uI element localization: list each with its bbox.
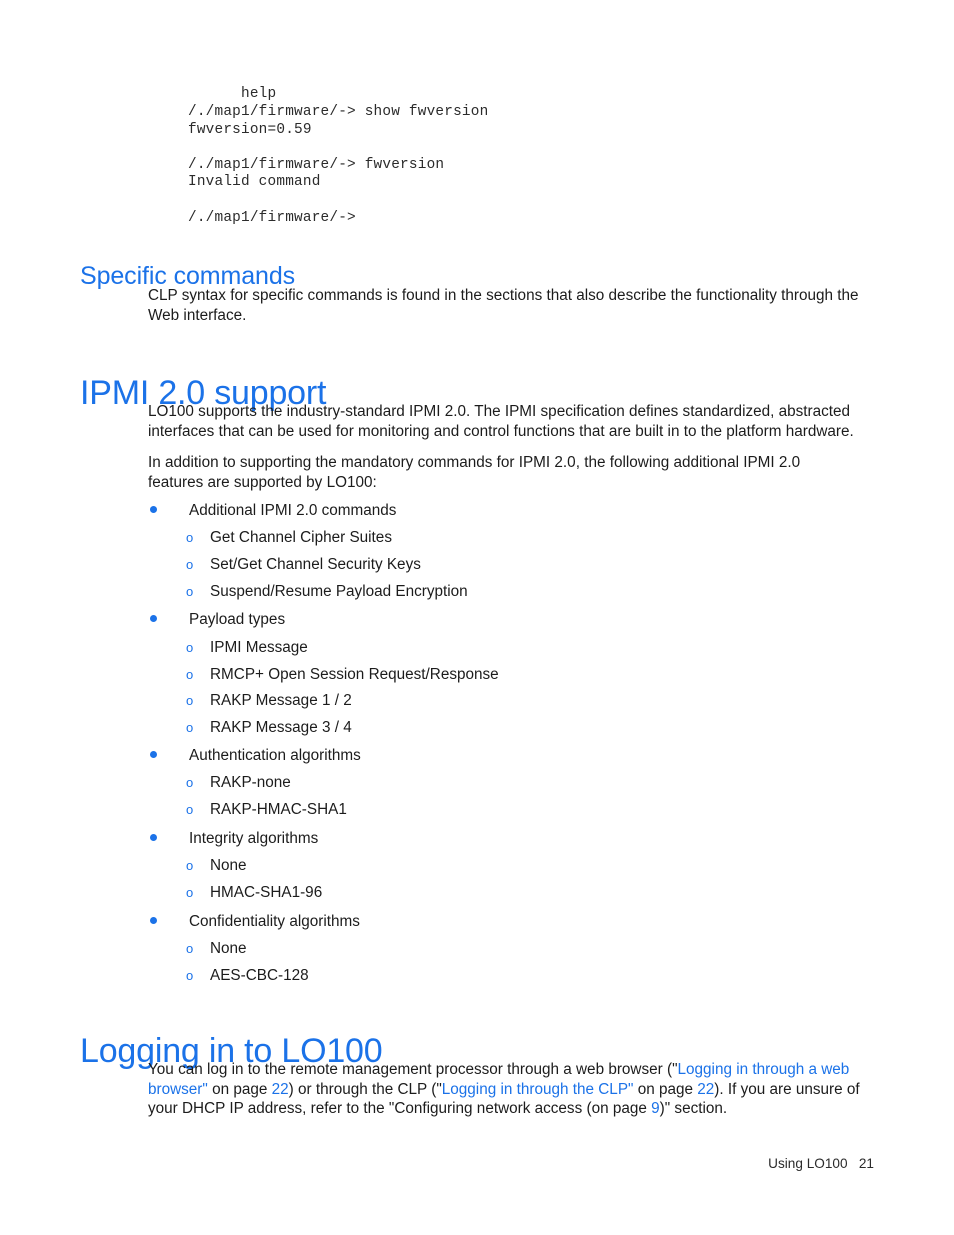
list-item: Payload types — [150, 609, 285, 631]
link-page-22-clp[interactable]: 22 — [697, 1081, 714, 1098]
paragraph-line: You can log in to the remote management … — [148, 1060, 876, 1080]
list-item-label: AES-CBC-128 — [210, 967, 309, 984]
paragraph-text: on page — [633, 1080, 698, 1098]
list-item: o RMCP+ Open Session Request/Response — [186, 664, 499, 686]
paragraph-line: In addition to supporting the mandatory … — [148, 454, 801, 471]
link-logging-in-web-browser[interactable]: Logging in through a web — [678, 1061, 850, 1078]
list-item-label: Authentication algorithms — [189, 747, 361, 764]
list-item: o RAKP-HMAC-SHA1 — [186, 799, 347, 821]
code-line: help — [188, 86, 277, 103]
paragraph-line: interfaces that can be used for monitori… — [148, 422, 854, 440]
bullet-dot-icon — [150, 834, 157, 841]
paragraph-line: features are supported by LO100: — [148, 473, 377, 491]
list-item: o Get Channel Cipher Suites — [186, 527, 392, 549]
list-item: Additional IPMI 2.0 commands — [150, 500, 396, 522]
sub-bullet-circle-icon: o — [186, 720, 194, 735]
paragraph-text: You can log in to the remote management … — [148, 1061, 678, 1078]
paragraph-line: LO100 supports the industry-standard IPM… — [148, 403, 851, 420]
list-item: Confidentiality algorithms — [150, 911, 360, 933]
code-line: /./map1/firmware/-> show fwversion — [188, 103, 489, 120]
list-item-label: Confidentiality algorithms — [189, 913, 360, 930]
list-item-label: Set/Get Channel Security Keys — [210, 556, 421, 573]
sub-bullet-circle-icon: o — [186, 941, 194, 956]
code-line: /./map1/firmware/-> fwversion — [188, 156, 445, 173]
sub-bullet-circle-icon: o — [186, 968, 194, 983]
document-page: help/./map1/firmware/-> show fwversion fw… — [0, 0, 954, 1235]
page-footer: Using LO100 21 — [0, 1156, 874, 1171]
list-item-label: RAKP Message 1 / 2 — [210, 692, 352, 709]
bullet-dot-icon — [150, 615, 157, 622]
list-item: o AES-CBC-128 — [186, 965, 309, 987]
paragraph-text: ) or through the CLP (" — [288, 1080, 442, 1098]
bullet-dot-icon — [150, 751, 157, 758]
list-item: o RAKP Message 1 / 2 — [186, 690, 352, 712]
paragraph-ipmi-intro: LO100 supports the industry-standard IPM… — [148, 402, 876, 441]
paragraph-text: on page — [207, 1080, 272, 1098]
list-item: o IPMI Message — [186, 637, 308, 659]
paragraph-text: )" section. — [659, 1100, 728, 1118]
paragraph-text: your DHCP IP address, refer to the "Conf… — [148, 1100, 652, 1118]
list-item: Authentication algorithms — [150, 745, 361, 767]
sub-bullet-circle-icon: o — [186, 802, 194, 817]
paragraph-specific-commands: CLP syntax for specific commands is foun… — [148, 286, 876, 325]
code-line: /./map1/firmware/-> — [188, 209, 356, 226]
paragraph-line: CLP syntax for specific commands is foun… — [148, 287, 859, 304]
paragraph-line: Web interface. — [148, 306, 247, 324]
list-item-label: RAKP Message 3 / 4 — [210, 719, 352, 736]
list-item-label: Payload types — [189, 611, 286, 628]
list-item: o Suspend/Resume Payload Encryption — [186, 581, 468, 603]
sub-bullet-circle-icon: o — [186, 858, 194, 873]
list-item: o None — [186, 855, 247, 877]
sub-bullet-circle-icon: o — [186, 693, 194, 708]
list-item-label: Suspend/Resume Payload Encryption — [210, 583, 468, 600]
list-item-label: HMAC-SHA1-96 — [210, 884, 323, 901]
paragraph-line: your DHCP IP address, refer to the "Conf… — [148, 1099, 876, 1119]
list-item-label: None — [210, 857, 247, 874]
paragraph-ipmi-features-intro: In addition to supporting the mandatory … — [148, 453, 876, 492]
list-item: Integrity algorithms — [150, 828, 318, 850]
code-line: fwversion=0.59 — [188, 121, 312, 138]
sub-bullet-circle-icon: o — [186, 775, 194, 790]
paragraph-logging-in: You can log in to the remote management … — [148, 1060, 876, 1119]
bullet-dot-icon — [150, 506, 157, 513]
link-logging-in-web-browser-cont[interactable]: browser" — [148, 1081, 208, 1098]
list-item-label: Integrity algorithms — [189, 830, 319, 847]
link-logging-in-clp[interactable]: Logging in through the CLP" — [442, 1081, 634, 1098]
cli-code-block: help/./map1/firmware/-> show fwversion fw… — [188, 86, 488, 227]
sub-bullet-circle-icon: o — [186, 640, 194, 655]
list-item-label: IPMI Message — [210, 639, 308, 656]
list-item: o RAKP Message 3 / 4 — [186, 717, 352, 739]
sub-bullet-circle-icon: o — [186, 557, 194, 572]
sub-bullet-circle-icon: o — [186, 667, 194, 682]
list-item-label: Additional IPMI 2.0 commands — [189, 502, 397, 519]
footer-page-number: 21 — [858, 1156, 874, 1171]
bullet-dot-icon — [150, 917, 157, 924]
sub-bullet-circle-icon: o — [186, 584, 194, 599]
list-item: o None — [186, 938, 247, 960]
sub-bullet-circle-icon: o — [186, 530, 194, 545]
list-item-label: None — [210, 940, 247, 957]
list-item: o Set/Get Channel Security Keys — [186, 554, 421, 576]
code-line: Invalid command — [188, 174, 321, 191]
paragraph-text: ). If you are unsure of — [714, 1080, 860, 1098]
link-page-9-network-access[interactable]: 9 — [651, 1100, 660, 1117]
list-item-label: RAKP-HMAC-SHA1 — [210, 801, 347, 818]
list-item: o RAKP-none — [186, 772, 291, 794]
link-page-22-web[interactable]: 22 — [272, 1081, 289, 1098]
list-item-label: Get Channel Cipher Suites — [210, 529, 392, 546]
paragraph-line: browser" on page 22) or through the CLP … — [148, 1080, 876, 1100]
list-item-label: RAKP-none — [210, 774, 291, 791]
sub-bullet-circle-icon: o — [186, 885, 194, 900]
list-item-label: RMCP+ Open Session Request/Response — [210, 666, 499, 683]
footer-chapter-label: Using LO100 — [768, 1156, 848, 1171]
footer-spacer — [848, 1156, 859, 1171]
list-item: o HMAC-SHA1-96 — [186, 882, 322, 904]
